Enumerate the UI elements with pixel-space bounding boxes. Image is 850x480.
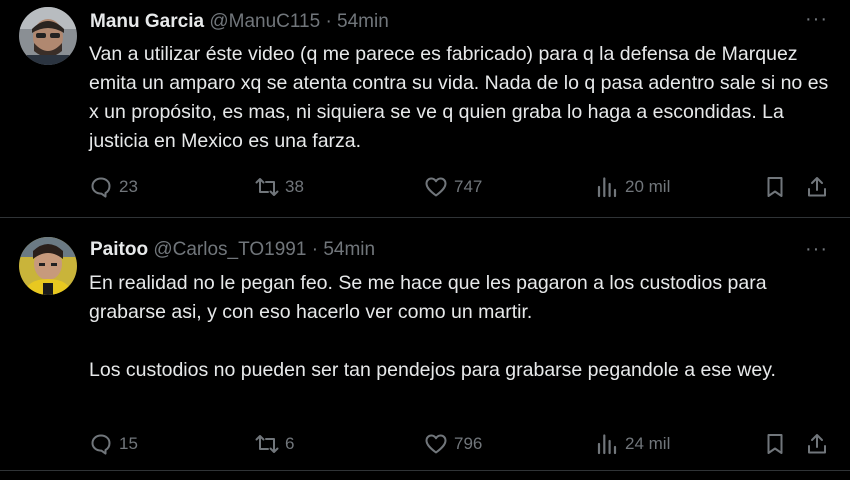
reply-count: 15 [119, 434, 138, 453]
tweet-text: En realidad no le pegan feo. Se me hace … [89, 269, 829, 385]
like-button[interactable]: 796 [424, 429, 482, 459]
avatar[interactable] [19, 237, 77, 295]
views-icon [597, 434, 617, 455]
timestamp[interactable]: 54min [323, 239, 375, 260]
retweet-icon [255, 435, 279, 453]
retweet-button[interactable]: 6 [255, 429, 294, 459]
avatar[interactable] [19, 7, 77, 65]
tweet-header: Paitoo @Carlos_TO1991 · 54min [90, 239, 375, 261]
tweet[interactable]: Manu Garcia @ManuC115 · 54min ··· Van a … [0, 0, 850, 218]
reply-button[interactable]: 15 [89, 429, 138, 459]
bookmark-button[interactable] [763, 172, 787, 202]
tweet[interactable]: Paitoo @Carlos_TO1991 · 54min ··· En rea… [0, 218, 850, 471]
retweet-button[interactable]: 38 [255, 172, 304, 202]
retweet-icon [255, 178, 279, 196]
reply-button[interactable]: 23 [89, 172, 138, 202]
views-button[interactable]: 24 mil [595, 429, 670, 459]
action-bar: 23 38 747 20 mil [0, 172, 850, 202]
separator-dot: · [311, 239, 319, 260]
tweet-text: Van a utilizar éste video (q me parece e… [89, 40, 829, 156]
author-name[interactable]: Manu Garcia [90, 11, 204, 32]
like-count: 747 [454, 177, 483, 196]
more-options-icon[interactable]: ··· [805, 8, 828, 31]
reply-icon [91, 434, 111, 455]
author-handle[interactable]: @ManuC115 [209, 11, 320, 32]
bookmark-icon [767, 434, 783, 454]
reply-icon [91, 177, 111, 198]
tweet-paragraph: En realidad no le pegan feo. Se me hace … [89, 272, 767, 323]
bookmark-icon [767, 177, 783, 197]
views-button[interactable]: 20 mil [595, 172, 670, 202]
separator-dot: · [325, 11, 332, 32]
share-icon [808, 177, 826, 197]
tweet-paragraph: Van a utilizar éste video (q me parece e… [89, 43, 829, 152]
like-button[interactable]: 747 [424, 172, 482, 202]
heart-icon [425, 177, 447, 197]
retweet-count: 38 [285, 177, 304, 196]
tweet-header: Manu Garcia @ManuC115 · 54min [90, 11, 389, 33]
share-button[interactable] [805, 172, 829, 202]
views-count: 20 mil [625, 177, 671, 196]
author-name[interactable]: Paitoo [90, 239, 148, 260]
views-count: 24 mil [625, 434, 671, 453]
share-button[interactable] [805, 429, 829, 459]
like-count: 796 [454, 434, 483, 453]
tweet-paragraph: Los custodios no pueden ser tan pendejos… [89, 359, 776, 381]
timestamp[interactable]: 54min [337, 11, 389, 32]
more-options-icon[interactable]: ··· [805, 238, 828, 261]
retweet-count: 6 [285, 434, 295, 453]
share-icon [808, 434, 826, 454]
reply-count: 23 [119, 177, 138, 196]
bookmark-button[interactable] [763, 429, 787, 459]
author-handle[interactable]: @Carlos_TO1991 [153, 239, 306, 260]
heart-icon [425, 434, 447, 454]
action-bar: 15 6 796 24 mil [0, 429, 850, 459]
views-icon [597, 177, 617, 198]
